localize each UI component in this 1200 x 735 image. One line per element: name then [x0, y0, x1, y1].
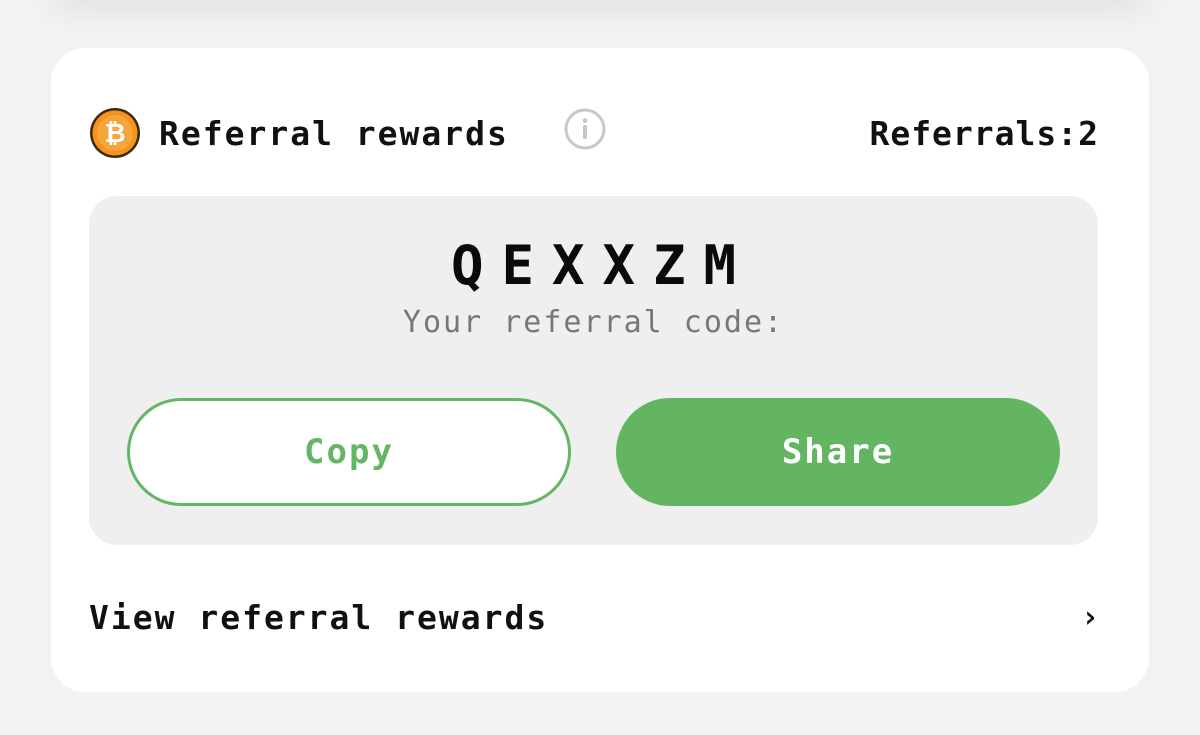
- referral-header: ₿ Referral rewards Referrals:2: [89, 106, 1099, 158]
- view-referral-rewards-link[interactable]: View referral rewards ›: [89, 596, 1099, 640]
- referral-code: QEXXZM: [450, 234, 755, 297]
- share-button[interactable]: Share: [616, 398, 1060, 506]
- chevron-right-icon: ›: [1080, 600, 1099, 635]
- svg-text:₿: ₿: [104, 118, 125, 148]
- view-referral-rewards-label: View referral rewards: [89, 598, 549, 637]
- referral-rewards-title: Referral rewards: [159, 114, 509, 153]
- referral-code-panel: QEXXZM Your referral code: Copy Share: [89, 196, 1098, 545]
- info-icon[interactable]: [564, 108, 606, 150]
- bitcoin-coin-icon: ₿: [89, 107, 141, 159]
- referral-code-label: Your referral code:: [402, 305, 785, 340]
- copy-button[interactable]: Copy: [127, 398, 571, 506]
- referral-card: ₿ Referral rewards Referrals:2 QEXXZM Yo…: [51, 48, 1149, 692]
- referrals-count: Referrals:2: [869, 114, 1099, 153]
